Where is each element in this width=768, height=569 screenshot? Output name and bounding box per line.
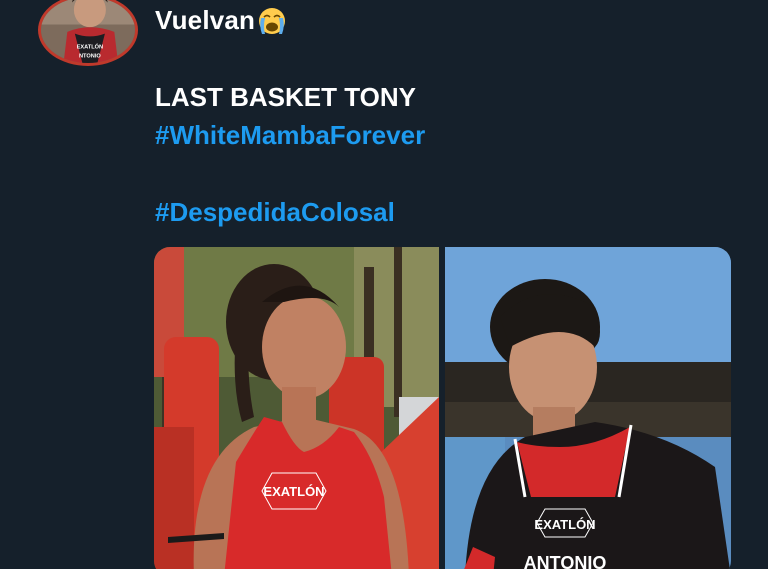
hashtag-link[interactable]: #DespedidaColosal	[155, 197, 395, 228]
username-text: Vuelvan	[155, 5, 256, 35]
avatar[interactable]: EXATLÓN NTONIO	[38, 0, 138, 66]
tweet-author[interactable]: Vuelvan	[155, 5, 287, 36]
shirt-logo-text: EXATLÓN	[534, 517, 595, 532]
crying-face-icon	[257, 6, 287, 36]
hashtag-link[interactable]: #WhiteMambaForever	[155, 120, 425, 151]
shirt-name-text: ANTONIO	[524, 553, 607, 569]
shirt-logo-text: EXATLÓN	[263, 484, 324, 499]
svg-text:EXATLÓN: EXATLÓN	[77, 42, 103, 50]
tweet-media[interactable]: EXATLÓN EXATLÓN ANTONIO	[154, 247, 731, 569]
tweet-text-line: LAST BASKET TONY	[155, 82, 416, 112]
media-photo-left[interactable]: EXATLÓN	[154, 247, 439, 569]
media-photo-right[interactable]: EXATLÓN ANTONIO	[445, 247, 731, 569]
svg-text:NTONIO: NTONIO	[79, 54, 101, 60]
